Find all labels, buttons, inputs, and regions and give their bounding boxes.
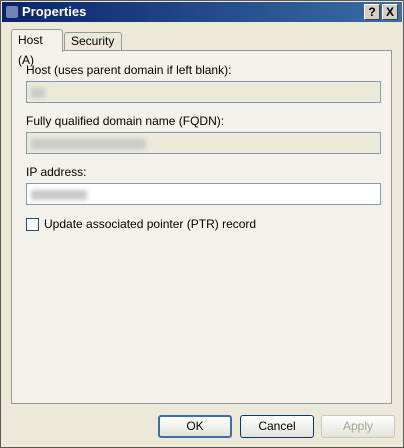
- close-button[interactable]: X: [382, 4, 398, 20]
- redacted-host-value: [31, 87, 45, 98]
- host-input[interactable]: [26, 81, 381, 103]
- properties-dialog: Properties ? X Host (A) Security Host (u…: [0, 0, 404, 448]
- tab-host-a[interactable]: Host (A): [11, 29, 63, 67]
- ptr-checkbox-label[interactable]: Update associated pointer (PTR) record: [44, 217, 256, 232]
- apply-button: Apply: [321, 415, 395, 438]
- cancel-button[interactable]: Cancel: [240, 415, 314, 438]
- ptr-checkbox[interactable]: [26, 218, 39, 231]
- redacted-ip-value: [31, 189, 87, 200]
- tab-panel-host-a: Host (uses parent domain if left blank):…: [11, 50, 392, 404]
- window-title: Properties: [22, 4, 87, 19]
- host-label: Host (uses parent domain if left blank):: [26, 63, 232, 77]
- title-bar[interactable]: Properties ? X: [2, 2, 402, 22]
- ip-label: IP address:: [26, 165, 87, 179]
- tab-security[interactable]: Security: [64, 32, 122, 51]
- fqdn-input[interactable]: [26, 132, 381, 154]
- ok-button[interactable]: OK: [158, 415, 232, 438]
- ip-address-input[interactable]: [26, 183, 381, 205]
- fqdn-label: Fully qualified domain name (FQDN):: [26, 114, 225, 128]
- redacted-title-prefix: [6, 6, 18, 18]
- help-button[interactable]: ?: [364, 4, 380, 20]
- redacted-fqdn-value: [31, 138, 146, 149]
